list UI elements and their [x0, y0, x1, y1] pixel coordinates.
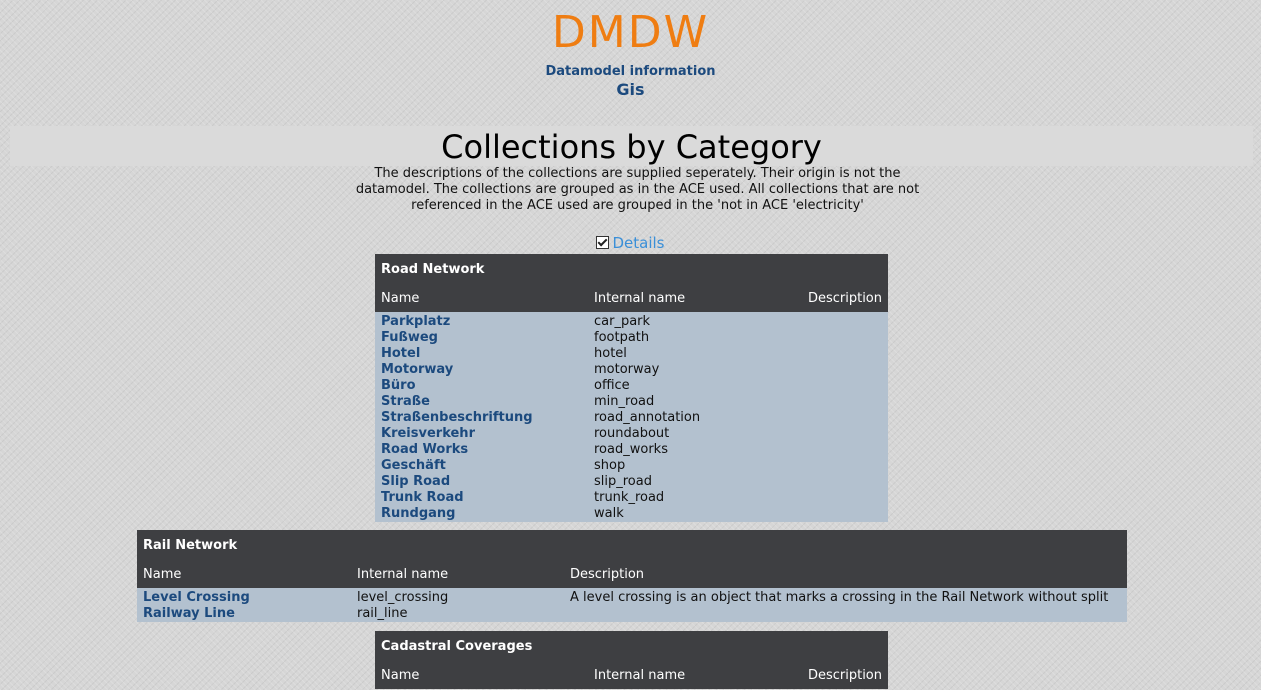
- table-row: Slip Road slip_road: [375, 474, 888, 490]
- details-checkbox[interactable]: [596, 236, 610, 249]
- collection-link[interactable]: Straße: [381, 394, 430, 409]
- description: [801, 362, 888, 378]
- description: [801, 506, 888, 522]
- collection-link[interactable]: Slip Road: [381, 474, 450, 489]
- internal-name: walk: [588, 506, 801, 522]
- collection-link[interactable]: Parkplatz: [381, 314, 450, 329]
- table-row: Trunk Road trunk_road: [375, 490, 888, 506]
- category-table-cadastral-coverages: Cadastral Coverages Name Internal name D…: [375, 631, 888, 689]
- description: [801, 330, 888, 346]
- table-row: Road Works road_works: [375, 442, 888, 458]
- description: [564, 606, 1127, 622]
- category-title: Road Network: [381, 261, 485, 277]
- internal-name: car_park: [588, 312, 801, 330]
- category-table-rail-network: Rail Network Name Internal name Descript…: [137, 530, 1127, 622]
- internal-name: office: [588, 378, 801, 394]
- details-toggle[interactable]: Details: [0, 234, 1261, 252]
- column-header-description: Description: [570, 566, 645, 582]
- internal-name: footpath: [588, 330, 801, 346]
- description: [801, 426, 888, 442]
- description: [801, 346, 888, 362]
- collection-link[interactable]: Level Crossing: [143, 590, 250, 605]
- description: [801, 474, 888, 490]
- description: [801, 442, 888, 458]
- collection-link[interactable]: Railway Line: [143, 606, 235, 621]
- collection-link[interactable]: Motorway: [381, 362, 453, 377]
- internal-name: trunk_road: [588, 490, 801, 506]
- column-header-description: Description: [807, 667, 882, 683]
- description: [801, 410, 888, 426]
- collection-link[interactable]: Trunk Road: [381, 490, 464, 505]
- category-title: Rail Network: [143, 537, 238, 553]
- internal-name: hotel: [588, 346, 801, 362]
- table-row: Rundgang walk: [375, 506, 888, 522]
- collection-link[interactable]: Fußweg: [381, 330, 438, 345]
- description: A level crossing is an object that marks…: [564, 588, 1127, 606]
- column-header-internal: Internal name: [357, 566, 449, 582]
- collection-link[interactable]: Geschäft: [381, 458, 446, 473]
- table-row: Railway Line rail_line: [137, 606, 1127, 622]
- collection-link[interactable]: Büro: [381, 378, 416, 393]
- description: [801, 490, 888, 506]
- collection-link[interactable]: Straßenbeschriftung: [381, 410, 533, 425]
- description: [801, 458, 888, 474]
- table-row: Straßenbeschriftung road_annotation: [375, 410, 888, 426]
- table-row: Hotel hotel: [375, 346, 888, 362]
- details-label[interactable]: Details: [612, 234, 664, 252]
- column-header-internal: Internal name: [594, 290, 686, 306]
- internal-name: road_works: [588, 442, 801, 458]
- collection-link[interactable]: Rundgang: [381, 506, 455, 521]
- description: [801, 312, 888, 330]
- description: [801, 378, 888, 394]
- table-row: Parkplatz car_park: [375, 312, 888, 330]
- internal-name: roundabout: [588, 426, 801, 442]
- column-header-name: Name: [381, 667, 420, 683]
- column-header-description: Description: [807, 290, 882, 306]
- dmdw-logo: DMDW: [551, 7, 710, 58]
- collection-link[interactable]: Road Works: [381, 442, 468, 457]
- column-header-name: Name: [143, 566, 182, 582]
- description: [801, 394, 888, 410]
- internal-name: slip_road: [588, 474, 801, 490]
- table-row: Geschäft shop: [375, 458, 888, 474]
- category-table-road-network: Road Network Name Internal name Descript…: [375, 254, 888, 522]
- column-header-name: Name: [381, 290, 420, 306]
- intro-text: The descriptions of the collections are …: [355, 166, 920, 213]
- table-row: Motorway motorway: [375, 362, 888, 378]
- table-row: Level Crossing level_crossing A level cros…: [137, 588, 1127, 606]
- model-name: Gis: [616, 80, 645, 99]
- table-row: Straße min_road: [375, 394, 888, 410]
- datamodel-info-heading: Datamodel information: [545, 64, 716, 79]
- table-row: Kreisverkehr roundabout: [375, 426, 888, 442]
- internal-name: level_crossing: [351, 588, 564, 606]
- table-row: Büro office: [375, 378, 888, 394]
- column-header-internal: Internal name: [594, 667, 686, 683]
- collection-link[interactable]: Hotel: [381, 346, 420, 361]
- collection-link[interactable]: Kreisverkehr: [381, 426, 475, 441]
- internal-name: motorway: [588, 362, 801, 378]
- category-title: Cadastral Coverages: [381, 638, 533, 654]
- table-row: Fußweg footpath: [375, 330, 888, 346]
- internal-name: road_annotation: [588, 410, 801, 426]
- page-title: Collections by Category: [10, 126, 1253, 166]
- internal-name: rail_line: [351, 606, 564, 622]
- internal-name: min_road: [588, 394, 801, 410]
- internal-name: shop: [588, 458, 801, 474]
